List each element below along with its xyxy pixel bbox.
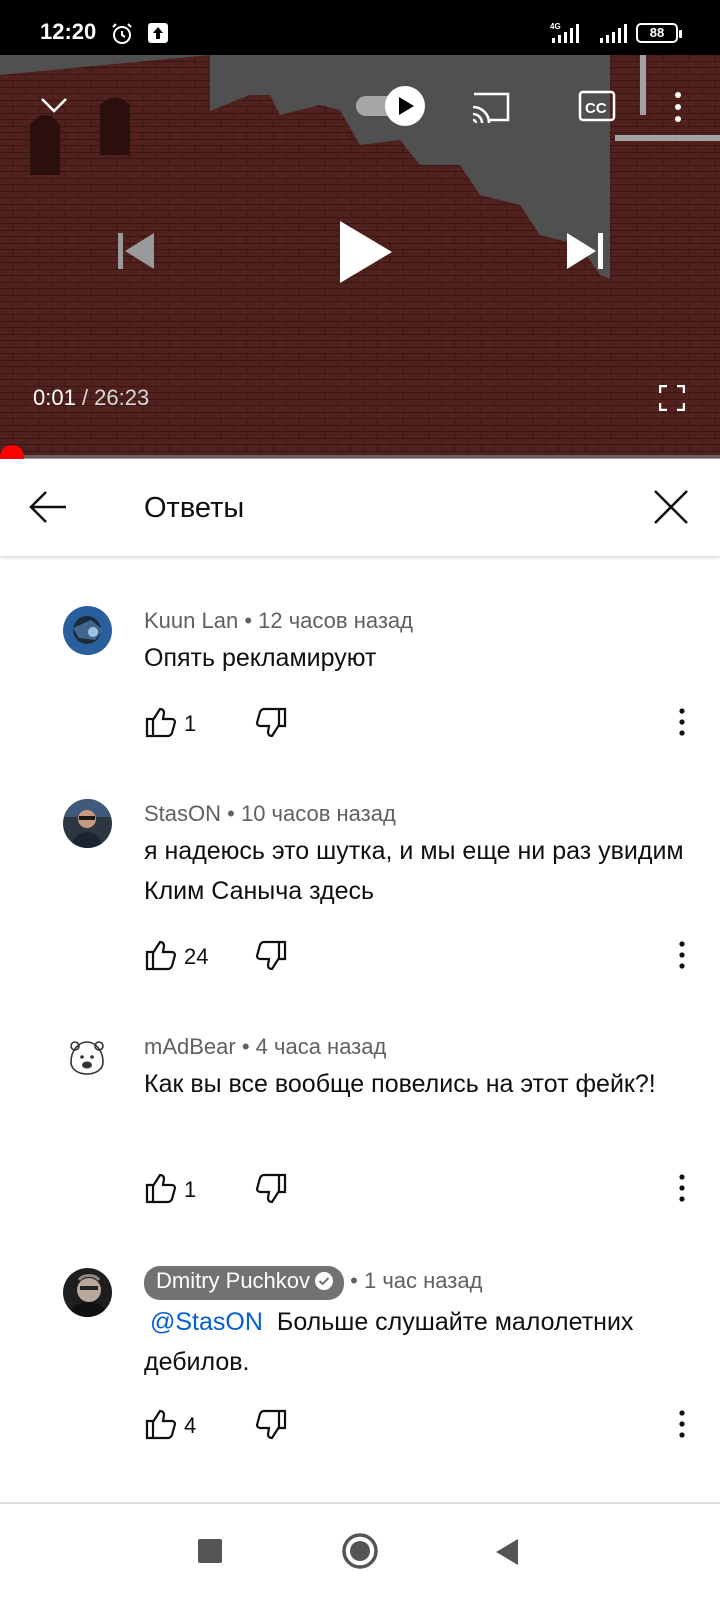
more-vert-icon[interactable] (672, 705, 692, 739)
cast-icon[interactable] (470, 88, 512, 129)
comment-actions: 24 (144, 938, 704, 978)
fullscreen-icon[interactable] (658, 384, 686, 416)
like-count: 24 (184, 944, 209, 969)
comment-meta: Dmitry Puchkov • 1 час назад (144, 1266, 482, 1300)
avatar[interactable] (63, 1032, 112, 1081)
comment-author[interactable]: StasON (144, 801, 221, 826)
comment-actions: 4 (144, 1407, 704, 1447)
comment-text: Опять рекламируют (144, 644, 377, 672)
dislike-icon[interactable] (254, 1171, 288, 1205)
comment-meta: mAdBear • 4 часа назад (144, 1034, 386, 1060)
time-separator: / (75, 385, 95, 410)
mention-link[interactable]: @StasON (150, 1308, 263, 1336)
svg-text:CC: CC (585, 100, 607, 117)
status-time: 12:20 (40, 19, 97, 44)
comment-author[interactable]: mAdBear (144, 1034, 236, 1059)
comment-time: • 10 часов назад (221, 801, 396, 826)
duration: 26:23 (94, 385, 150, 410)
comment-text: я надеюсь это шутка, и мы еще ни раз уви… (144, 837, 684, 905)
video-player[interactable]: CC 0:01 / 26:23 (0, 55, 720, 458)
more-vert-icon[interactable] (672, 1407, 692, 1441)
comment-author: Dmitry Puchkov (156, 1268, 311, 1293)
comment-text: @StasON Больше слушайте малолетних дебило… (144, 1302, 684, 1382)
panel-title: Ответы (144, 492, 245, 524)
more-vert-icon[interactable] (672, 938, 692, 972)
battery-level: 88 (649, 25, 665, 40)
like-count: 4 (184, 1413, 197, 1438)
avatar[interactable] (63, 799, 112, 848)
system-nav-bar (0, 1502, 720, 1600)
comment-meta: Kuun Lan • 12 часов назад (144, 608, 413, 634)
like-icon[interactable] (144, 1171, 178, 1205)
comment-time: • 1 час назад (344, 1268, 483, 1293)
dislike-icon[interactable] (254, 938, 288, 972)
captions-icon[interactable]: CC (578, 88, 616, 129)
comment-time: • 4 часа назад (235, 1034, 387, 1059)
comment-actions: 1 (144, 1171, 704, 1211)
signal-icon-2 (598, 22, 628, 49)
time-display: 0:01 / 26:23 (33, 385, 149, 411)
dislike-icon[interactable] (254, 1407, 288, 1441)
network-label: 4G (550, 22, 561, 31)
more-options-icon[interactable] (672, 89, 684, 130)
close-icon[interactable] (652, 488, 690, 531)
autoplay-toggle[interactable] (354, 85, 426, 132)
comment-text: Как вы все вообще повелись на этот фейк?… (144, 1070, 656, 1098)
dislike-icon[interactable] (254, 705, 288, 739)
like-icon[interactable] (144, 938, 178, 972)
status-bar: 12:20 4G 88 (0, 0, 720, 55)
comment-meta: StasON • 10 часов назад (144, 801, 396, 827)
collapse-chevron-icon[interactable] (38, 89, 70, 126)
upload-icon (147, 22, 169, 49)
current-time: 0:01 (33, 385, 76, 410)
replies-header: Ответы (0, 459, 720, 556)
like-icon[interactable] (144, 1407, 178, 1441)
alarm-icon (110, 22, 134, 51)
battery-icon: 88 (636, 23, 682, 43)
like-count: 1 (184, 1177, 197, 1202)
previous-icon[interactable] (116, 230, 156, 277)
avatar[interactable] (63, 606, 112, 655)
back-triangle-icon[interactable] (494, 1537, 520, 1572)
comment-author[interactable]: Kuun Lan (144, 608, 238, 633)
more-vert-icon[interactable] (672, 1171, 692, 1205)
like-icon[interactable] (144, 705, 178, 739)
back-arrow-icon[interactable] (28, 489, 68, 530)
avatar[interactable] (63, 1268, 112, 1317)
home-circle-icon[interactable] (341, 1532, 379, 1575)
verified-check-icon (314, 1271, 334, 1297)
author-chip[interactable]: Dmitry Puchkov (144, 1266, 345, 1300)
signal-icon: 4G (550, 22, 580, 49)
recents-square-icon[interactable] (197, 1538, 223, 1569)
like-count: 1 (184, 711, 197, 736)
comment-actions: 1 (144, 705, 704, 745)
play-icon[interactable] (338, 219, 394, 290)
comment-time: • 12 часов назад (238, 608, 413, 633)
next-icon[interactable] (565, 230, 605, 277)
